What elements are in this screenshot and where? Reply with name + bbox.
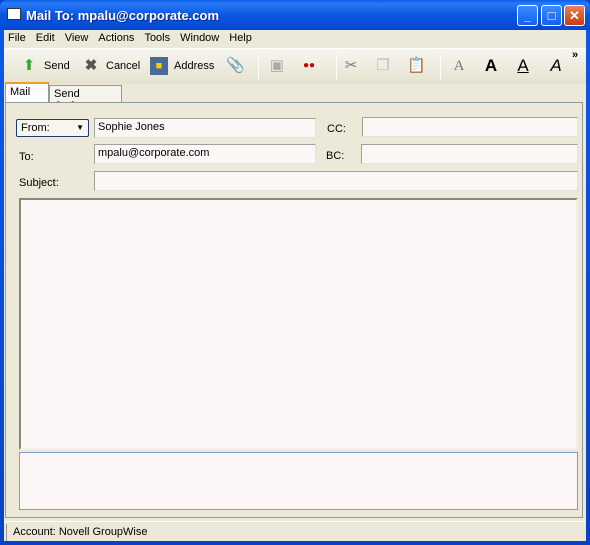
title-bar[interactable]: Mail To: mpalu@corporate.com _ □ ✕ xyxy=(0,0,590,30)
spell-check-icon: ●● xyxy=(302,60,316,71)
cut-button[interactable]: ✂ xyxy=(342,57,360,75)
spell-check-button[interactable]: ●● xyxy=(300,57,318,75)
underline-icon: A xyxy=(517,56,529,75)
account-status: Account: Novell GroupWise xyxy=(6,524,154,541)
scissors-icon: ✂ xyxy=(344,57,358,74)
cc-label: CC: xyxy=(327,123,346,135)
underline-button[interactable]: A xyxy=(514,57,532,75)
tab-mail[interactable]: Mail xyxy=(5,82,49,102)
minimize-button[interactable]: _ xyxy=(517,5,538,26)
address-button[interactable]: ■ Address xyxy=(150,57,214,75)
paste-button[interactable]: 📋 xyxy=(407,57,426,75)
cancel-icon: ✖ xyxy=(84,57,98,74)
mail-window: Mail To: mpalu@corporate.com _ □ ✕ File … xyxy=(0,0,590,545)
attachment-area[interactable] xyxy=(19,452,578,510)
italic-button[interactable]: A xyxy=(547,57,565,75)
menu-bar: File Edit View Actions Tools Window Help xyxy=(4,30,586,48)
from-label: From: xyxy=(21,122,50,134)
client-area: File Edit View Actions Tools Window Help… xyxy=(4,30,586,541)
cancel-button[interactable]: ✖ Cancel xyxy=(82,57,141,75)
copy-button[interactable]: ❐ xyxy=(374,57,392,75)
bc-label: BC: xyxy=(326,150,345,162)
message-body[interactable] xyxy=(19,198,578,450)
send-icon: ⬆ xyxy=(22,57,36,74)
toolbar: ⬆ Send ✖ Cancel ■ Address 📎 ▣ ●● ✂ ❐ 📋 A A … xyxy=(4,48,586,84)
menu-view[interactable]: View xyxy=(61,30,95,48)
menu-edit[interactable]: Edit xyxy=(32,30,61,48)
toolbar-separator xyxy=(258,55,259,79)
subject-field[interactable] xyxy=(94,171,578,191)
mail-app-icon xyxy=(7,8,21,20)
chevron-down-icon: ▼ xyxy=(76,123,84,132)
paste-icon: 📋 xyxy=(407,57,426,74)
cancel-label: Cancel xyxy=(106,60,141,72)
copy-icon: ❐ xyxy=(376,57,390,74)
menu-window[interactable]: Window xyxy=(176,30,225,48)
menu-tools[interactable]: Tools xyxy=(140,30,176,48)
toolbar-separator xyxy=(440,55,441,79)
save-icon: ▣ xyxy=(269,57,285,74)
toolbar-separator xyxy=(336,55,337,79)
bc-field[interactable] xyxy=(361,144,578,164)
mail-panel: From: ▼ Sophie Jones CC: To: mpalu@corpor… xyxy=(5,102,583,518)
italic-icon: A xyxy=(550,56,562,75)
status-bar: Account: Novell GroupWise xyxy=(4,521,586,541)
cc-field[interactable] xyxy=(362,117,578,137)
window-title: Mail To: mpalu@corporate.com xyxy=(26,8,220,23)
toolbar-overflow-button[interactable]: » xyxy=(572,49,578,61)
close-button[interactable]: ✕ xyxy=(564,5,585,26)
save-button[interactable]: ▣ xyxy=(268,57,286,75)
address-label: Address xyxy=(174,60,215,72)
address-book-icon: ■ xyxy=(150,57,168,75)
subject-label: Subject: xyxy=(19,177,59,189)
font-icon: A xyxy=(453,58,465,74)
menu-actions[interactable]: Actions xyxy=(94,30,140,48)
to-label: To: xyxy=(19,151,34,163)
from-field[interactable]: Sophie Jones xyxy=(94,118,316,138)
tab-send-options[interactable]: Send Options xyxy=(49,85,122,112)
paperclip-icon: 📎 xyxy=(226,57,245,74)
menu-file[interactable]: File xyxy=(4,30,32,48)
send-label: Send xyxy=(44,60,70,72)
font-button[interactable]: A xyxy=(450,57,468,75)
tab-strip: Mail Send Options xyxy=(4,82,586,112)
maximize-button[interactable]: □ xyxy=(541,5,562,26)
bold-button[interactable]: A xyxy=(482,57,500,75)
bold-icon: A xyxy=(484,56,498,75)
attach-button[interactable]: 📎 xyxy=(226,57,245,75)
send-button[interactable]: ⬆ Send xyxy=(20,57,70,75)
menu-help[interactable]: Help xyxy=(225,30,258,48)
to-field[interactable]: mpalu@corporate.com xyxy=(94,144,316,164)
from-dropdown[interactable]: From: ▼ xyxy=(16,119,89,137)
